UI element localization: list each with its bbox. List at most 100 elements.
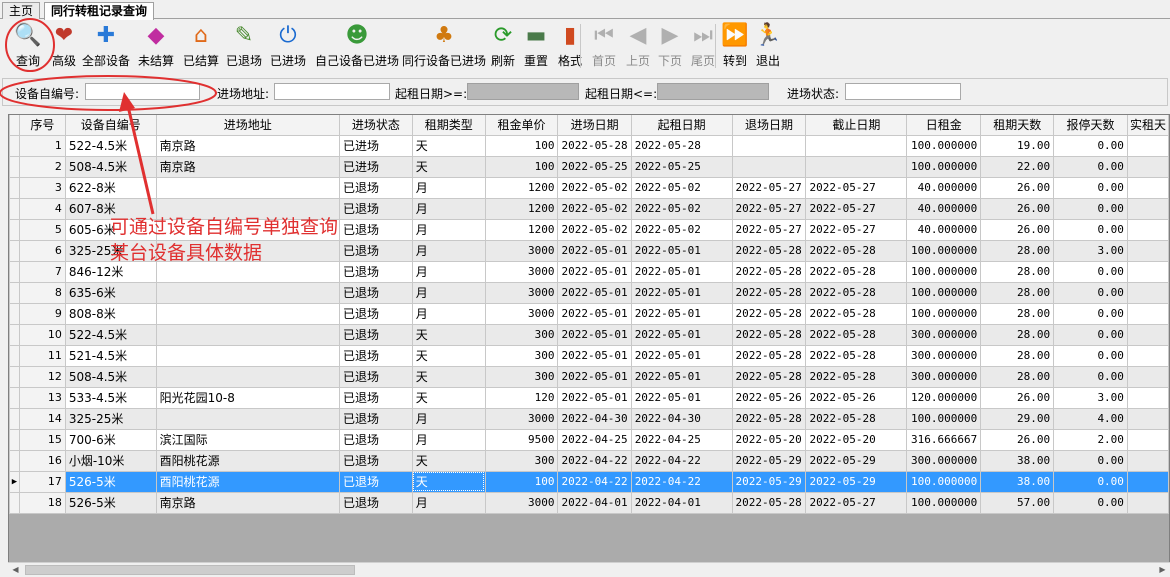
table-cell[interactable] [155, 302, 340, 325]
column-header[interactable]: 设备自编号 [64, 115, 157, 136]
table-row[interactable]: 11 521-4.5米 已退场天 300 2022-05-01 2022-05-01 202… [9, 344, 1169, 367]
table-cell[interactable]: 已退场 [338, 302, 413, 325]
table-cell[interactable]: 0.00 [1053, 449, 1128, 472]
table-cell[interactable]: 2022-05-28 [731, 323, 807, 346]
table-cell[interactable]: 28.00 [980, 239, 1055, 262]
column-header[interactable]: 进场日期 [557, 115, 632, 136]
column-header[interactable]: 租金单价 [484, 115, 559, 136]
table-cell[interactable]: 2022-05-29 [805, 449, 908, 472]
table-cell[interactable]: 2022-05-28 [731, 260, 807, 283]
table-cell[interactable]: 2022-04-25 [557, 428, 632, 451]
status-input[interactable] [845, 83, 961, 100]
table-cell[interactable]: 100 [484, 134, 559, 157]
table-cell[interactable]: 2022-05-02 [557, 197, 632, 220]
table-cell[interactable]: 38.00 [980, 449, 1055, 472]
table-cell[interactable]: 小烟-10米 [64, 449, 157, 472]
table-cell[interactable]: 0.00 [1053, 344, 1128, 367]
column-header[interactable]: 报停天数 [1053, 115, 1128, 136]
table-cell[interactable]: 酉阳桃花源 [155, 470, 340, 493]
row-selector[interactable] [9, 176, 20, 199]
table-cell[interactable]: 2022-05-27 [805, 176, 908, 199]
table-cell[interactable]: 3.00 [1053, 239, 1128, 262]
table-cell[interactable]: 2022-04-01 [557, 491, 632, 514]
table-cell[interactable]: 南京路 [155, 155, 340, 178]
table-cell[interactable]: 40.000000 [906, 176, 982, 199]
table-cell[interactable]: 天 [411, 386, 486, 409]
table-cell[interactable]: 26.00 [980, 218, 1055, 241]
row-selector[interactable] [9, 302, 20, 325]
table-cell[interactable]: 2022-05-28 [731, 239, 807, 262]
row-selector[interactable] [9, 449, 20, 472]
row-selector[interactable] [9, 281, 20, 304]
table-cell[interactable]: 2022-05-02 [630, 176, 733, 199]
first-page-button[interactable]: ⏮ 首页 [590, 22, 618, 72]
column-header[interactable]: 日租金 [906, 115, 982, 136]
table-cell[interactable]: 南京路 [155, 491, 340, 514]
table-cell[interactable]: 月 [411, 218, 486, 241]
table-cell[interactable]: 已进场 [338, 155, 413, 178]
table-cell[interactable]: 2022-05-28 [805, 239, 908, 262]
table-cell[interactable]: 2022-05-01 [630, 386, 733, 409]
table-row[interactable]: 14 325-25米 已退场月 3000 2022-04-30 2022-04-30 202… [9, 407, 1169, 430]
device-code-input[interactable] [85, 83, 200, 100]
column-header[interactable]: 租期类型 [411, 115, 486, 136]
table-cell[interactable]: 2022-05-01 [557, 239, 632, 262]
table-cell[interactable]: 酉阳桃花源 [155, 449, 340, 472]
table-cell[interactable]: 2022-05-01 [630, 239, 733, 262]
table-cell[interactable] [1126, 407, 1169, 430]
advanced-search-button[interactable]: ❤ 高级 [50, 22, 78, 72]
site-address-input[interactable] [274, 83, 390, 100]
table-cell[interactable] [1126, 197, 1169, 220]
table-cell[interactable]: 700-6米 [64, 428, 157, 451]
table-cell[interactable]: 2022-05-28 [805, 365, 908, 388]
table-cell[interactable]: 526-5米 [64, 491, 157, 514]
table-cell[interactable] [1126, 428, 1169, 451]
table-cell[interactable]: 2022-05-28 [731, 281, 807, 304]
table-cell[interactable]: 300.000000 [906, 449, 982, 472]
table-cell[interactable]: 522-4.5米 [64, 134, 157, 157]
table-cell[interactable]: 天 [411, 323, 486, 346]
table-row[interactable]: 1 522-4.5米 南京路 已进场天 100 2022-05-28 2022-05-28 1… [9, 134, 1169, 157]
column-header[interactable]: 序号 [18, 115, 66, 136]
column-header[interactable]: 实租天 [1126, 115, 1169, 136]
table-cell[interactable]: 28.00 [980, 323, 1055, 346]
table-cell[interactable]: 2022-05-28 [731, 344, 807, 367]
table-cell[interactable]: 月 [411, 491, 486, 514]
table-cell[interactable]: 22.00 [980, 155, 1055, 178]
unsettled-button[interactable]: ◆ 未结算 [138, 22, 174, 72]
table-cell[interactable]: 300 [484, 344, 559, 367]
table-cell[interactable] [1126, 386, 1169, 409]
prev-page-button[interactable]: ◀ 上页 [624, 22, 652, 72]
table-cell[interactable]: 100.000000 [906, 281, 982, 304]
table-cell[interactable]: 南京路 [155, 134, 340, 157]
table-cell[interactable]: 0.00 [1053, 323, 1128, 346]
table-cell[interactable] [155, 365, 340, 388]
scrollbar-thumb[interactable] [25, 565, 355, 575]
table-cell[interactable]: 0.00 [1053, 260, 1128, 283]
table-cell[interactable]: 2022-05-28 [731, 365, 807, 388]
table-cell[interactable]: 120 [484, 386, 559, 409]
table-cell[interactable]: 29.00 [980, 407, 1055, 430]
table-cell[interactable]: 2022-05-28 [731, 302, 807, 325]
table-cell[interactable]: 2022-04-22 [557, 470, 632, 493]
table-cell[interactable]: 2022-05-29 [805, 470, 908, 493]
table-cell[interactable]: 2022-05-26 [805, 386, 908, 409]
table-cell[interactable]: 已退场 [338, 470, 413, 493]
row-selector[interactable] [9, 197, 20, 220]
table-cell[interactable] [1126, 239, 1169, 262]
table-cell[interactable] [155, 344, 340, 367]
table-cell[interactable]: 9500 [484, 428, 559, 451]
table-cell[interactable]: 已退场 [338, 323, 413, 346]
table-cell[interactable]: 300 [484, 323, 559, 346]
table-cell[interactable]: 508-4.5米 [64, 155, 157, 178]
table-cell[interactable]: 3000 [484, 491, 559, 514]
table-cell[interactable]: 月 [411, 302, 486, 325]
column-header[interactable]: 进场地址 [155, 115, 340, 136]
table-cell[interactable]: 2022-05-02 [630, 197, 733, 220]
table-cell[interactable]: 3000 [484, 407, 559, 430]
table-cell[interactable]: 635-6米 [64, 281, 157, 304]
table-cell[interactable]: 2022-05-28 [731, 491, 807, 514]
table-cell[interactable]: 100 [484, 470, 559, 493]
table-cell[interactable] [1126, 260, 1169, 283]
table-cell[interactable]: 300 [484, 365, 559, 388]
